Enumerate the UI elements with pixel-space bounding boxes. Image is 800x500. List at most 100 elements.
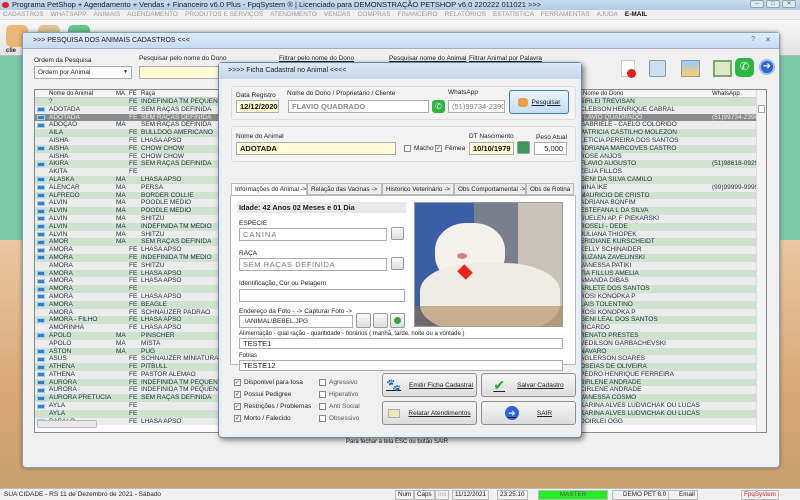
owner-row[interactable]: VANESSA COSMO bbox=[582, 394, 756, 403]
menu-item[interactable]: VENDAS bbox=[324, 10, 351, 19]
owner-row[interactable]: SIRLEI TREVISAN bbox=[582, 98, 756, 106]
feeding-field[interactable]: TESTE1 bbox=[239, 338, 563, 349]
owner-row[interactable]: VEDILSON GARBACHEVSKI bbox=[582, 339, 756, 348]
owner-row[interactable]: ESTEFANA L DA SILVA bbox=[582, 207, 756, 215]
checkbox[interactable] bbox=[319, 379, 326, 386]
tab-2[interactable]: Historico Veterinário -> bbox=[382, 183, 454, 195]
owner-row[interactable]: VANESSA PATIKI bbox=[582, 261, 756, 270]
animal-row[interactable]: AMOR MA SEM RAÇAS DEFINIDA bbox=[35, 238, 223, 247]
animal-row[interactable]: ALVIN MA POODLE MEDIO bbox=[35, 199, 223, 208]
owner-row[interactable]: GENI DA SILVA CAMILO bbox=[582, 175, 756, 184]
menu-item[interactable]: AJUDA bbox=[597, 10, 618, 19]
checkbox[interactable]: ✓ bbox=[234, 391, 241, 398]
menu-item[interactable]: WHATSAPP bbox=[50, 10, 86, 19]
exit-arrow-icon[interactable]: ➜ bbox=[759, 59, 775, 75]
search-owner-input[interactable] bbox=[139, 66, 219, 79]
print-record-button[interactable]: 🐾 Emitir Ficha Cadastral bbox=[382, 373, 477, 397]
webcam-icon[interactable] bbox=[356, 313, 371, 328]
owner-row[interactable]: ZELIA FILLOS bbox=[582, 168, 756, 176]
animal-row[interactable]: ALASKA MA LHASA APSO bbox=[35, 175, 223, 184]
animal-name-field[interactable]: ADOTADA bbox=[236, 142, 396, 155]
whatsapp-icon[interactable]: ✆ bbox=[735, 58, 754, 77]
whatsapp-button[interactable]: ✆ bbox=[432, 100, 445, 113]
checkbox[interactable]: ✓ bbox=[234, 379, 241, 386]
help-button[interactable]: ? bbox=[751, 36, 755, 43]
owner-row[interactable]: KARINA ALVES LUDVICHAK OU LUCAS bbox=[582, 402, 756, 410]
species-search-icon[interactable] bbox=[391, 227, 404, 240]
owner-row[interactable]: MAURICIO DE CRISTO bbox=[582, 191, 756, 200]
tab-3[interactable]: Obs Comportamental -> bbox=[454, 183, 526, 195]
animals-grid[interactable]: Nome do Animal MA FE Raça ? FE INDEFINIDA … bbox=[34, 89, 224, 433]
animal-row[interactable]: AKITA FE bbox=[35, 168, 223, 176]
col-owner[interactable]: Nome do Dono bbox=[583, 90, 623, 98]
animal-row[interactable]: AISHA FE CHOW CHOW bbox=[35, 152, 223, 161]
animal-row[interactable]: ALVIN MA SHITZU bbox=[35, 214, 223, 223]
calendar-button[interactable] bbox=[517, 141, 530, 154]
owner-row[interactable]: AGLERSON SOARES bbox=[582, 355, 756, 364]
horizontal-scrollbar[interactable] bbox=[37, 420, 97, 428]
animal-row[interactable]: AURORA PRETUCIA - PI FESEM RAÇAS DEFINIDA bbox=[35, 394, 223, 403]
animal-row[interactable]: ALFREDO MA BORDER COLLIE bbox=[35, 191, 223, 200]
animal-row[interactable]: AMORA FE SHITZU bbox=[35, 261, 223, 270]
menu-item[interactable]: AGENDAMENTO bbox=[127, 10, 178, 19]
animal-row[interactable]: ASUS FE SCHNAUZER MINIATURA bbox=[35, 355, 223, 364]
maximize-button[interactable]: □ bbox=[766, 0, 780, 8]
breed-search-icon[interactable] bbox=[391, 257, 404, 270]
owner-row[interactable]: CIRLENE ANDRADE bbox=[582, 386, 756, 395]
save-button[interactable]: ✔ Salvar Cadastro bbox=[481, 373, 576, 397]
animal-row[interactable]: AYLA FE bbox=[35, 402, 223, 410]
menu-item[interactable]: PRODUTOS E SERVIÇOS bbox=[185, 10, 263, 19]
owner-row[interactable]: ARLETE DOS SANTOS bbox=[582, 285, 756, 293]
animal-row[interactable]: APOLO MA PINSCHER bbox=[35, 331, 223, 340]
animal-row[interactable]: ? FE INDEFINIDA TM PEQUENO bbox=[35, 98, 223, 106]
checkbox[interactable]: ✓ bbox=[234, 415, 241, 422]
owner-row[interactable]: NAVARO bbox=[582, 347, 756, 356]
owner-row[interactable]: RICARDO bbox=[582, 324, 756, 332]
owner-row[interactable]: FLAVIO QUADRADO (51)99734-2390 bbox=[582, 113, 758, 122]
animal-row[interactable]: ALENCAR MA PERSA bbox=[35, 183, 223, 192]
menu-item-email[interactable]: E-MAIL bbox=[625, 10, 647, 19]
beach-icon[interactable] bbox=[681, 60, 700, 77]
owner-row[interactable]: RENATO PRESTES bbox=[582, 331, 756, 340]
animal-row[interactable]: AKIRA FE SEM RAÇAS DEFINIDA bbox=[35, 160, 223, 169]
animal-row[interactable]: ALVIN MA SHITZU bbox=[35, 230, 223, 239]
report-services-button[interactable]: Relatar Atendimentos bbox=[382, 401, 477, 425]
animal-row[interactable]: AMORA FE SCHNAUZER PADRÃO bbox=[35, 308, 223, 317]
animal-row[interactable]: AMORA FE INDEFINIDA TM MÉDIO bbox=[35, 253, 223, 262]
menu-item[interactable]: CADASTROS bbox=[3, 10, 43, 19]
owner-row[interactable]: JULIANA THIOPEK bbox=[582, 230, 756, 239]
animal-row[interactable]: ASTON MA PUG bbox=[35, 347, 223, 356]
owner-row[interactable]: SUZANA ZAVELINSKI bbox=[582, 253, 756, 262]
col-ma[interactable]: MA bbox=[116, 90, 125, 98]
animal-row[interactable]: AYLA FE bbox=[35, 409, 223, 418]
animal-row[interactable]: AMORA FE LHASA APSO bbox=[35, 292, 223, 301]
owner-row[interactable]: NINA IKE (99)99999-9999 bbox=[582, 183, 758, 192]
checkbox[interactable] bbox=[319, 415, 326, 422]
animal-row[interactable]: ADOTADA FE SEM RAÇAS DEFINIDA bbox=[35, 113, 223, 122]
owner-row[interactable]: SUELEN AP. F PIEKARSKI bbox=[582, 214, 756, 223]
owner-field[interactable]: FLAVIO QUADRADO bbox=[288, 100, 429, 113]
owner-row[interactable]: LETICIA PEREIRA DOS SANTOS bbox=[582, 136, 756, 145]
menu-item[interactable]: ANIMAIS bbox=[93, 10, 120, 19]
photo-search-icon[interactable] bbox=[373, 313, 388, 328]
owner-row[interactable]: ROSE ANJOS bbox=[582, 152, 756, 161]
birthdate-field[interactable]: 10/10/1979 bbox=[469, 142, 514, 155]
owner-row[interactable]: ROSI KONOPKA P bbox=[582, 308, 756, 317]
animal-row[interactable]: AISHA FE CHOW CHOW bbox=[35, 144, 223, 153]
animal-row[interactable]: AMORA FE LHASA APSO bbox=[35, 277, 223, 286]
animal-row[interactable]: AILA FE BULLDOG AMERICANO bbox=[35, 129, 223, 137]
owner-row[interactable]: DOIRLEI OGG bbox=[582, 417, 756, 426]
animal-row[interactable]: AMORA FE bbox=[35, 285, 223, 293]
owner-row[interactable]: SIRLENE ANDRADE bbox=[582, 378, 756, 387]
animal-row[interactable]: ATHENA FE PASTOR ALEMÃO bbox=[35, 370, 223, 379]
owner-row[interactable]: OSEIAS DE OLIVEIRA bbox=[582, 363, 756, 371]
animal-row[interactable]: AMORA FE LHASA APSO bbox=[35, 269, 223, 278]
checkbox[interactable] bbox=[319, 403, 326, 410]
status-email[interactable]: Email bbox=[668, 490, 698, 500]
breed-field[interactable]: SEM RAÇAS DEFINIDA bbox=[239, 258, 387, 271]
owner-row[interactable]: PATRICIA CASTILHO MOLEZON bbox=[582, 129, 756, 137]
identification-field[interactable] bbox=[239, 289, 405, 302]
vertical-scrollbar[interactable] bbox=[756, 90, 766, 432]
printer-icon[interactable] bbox=[649, 60, 666, 77]
owner-row[interactable]: TIA FILLUS AMELIA bbox=[582, 269, 756, 278]
